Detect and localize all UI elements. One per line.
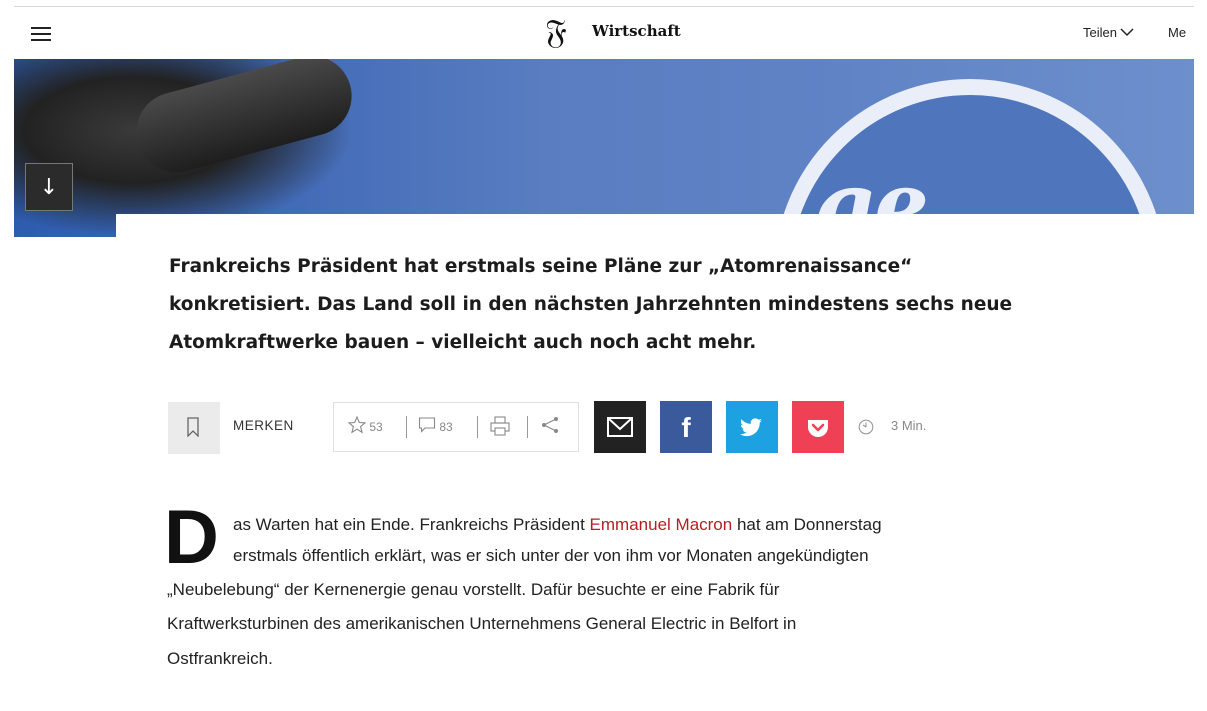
section-title[interactable]: Wirtschaft [592, 22, 681, 40]
clock-icon [858, 419, 874, 435]
faz-logo[interactable]: 𝔉 [541, 13, 571, 53]
print-button[interactable] [489, 415, 511, 439]
pocket-share-button[interactable] [792, 401, 844, 453]
share-icon [542, 417, 558, 433]
facebook-share-button[interactable]: f [660, 401, 712, 453]
macron-link[interactable]: Emmanuel Macron [590, 515, 733, 534]
print-icon [490, 416, 510, 436]
body-line: Kraftwerksturbinen des amerikanischen Un… [167, 614, 797, 633]
twitter-share-button[interactable] [726, 401, 778, 453]
share-menu-button[interactable]: Teilen [1083, 25, 1134, 40]
body-line: Ostfrankreich. [167, 649, 273, 668]
hamburger-icon[interactable] [31, 25, 51, 41]
twitter-icon [740, 418, 762, 437]
chevron-down-icon [1120, 26, 1134, 40]
arrow-down-icon: ↓ [39, 175, 59, 200]
bookmark-button[interactable] [168, 402, 220, 454]
email-share-button[interactable] [594, 401, 646, 453]
rating-count: 53 [369, 420, 383, 434]
site-header: 𝔉 Wirtschaft Teilen Me [0, 8, 1207, 60]
hero-image: ge [14, 59, 1194, 237]
header-top-rule [14, 6, 1194, 7]
bookmark-icon [187, 417, 199, 437]
facebook-icon: f [681, 412, 691, 443]
comment-count: 83 [439, 420, 453, 434]
pocket-icon [808, 420, 828, 437]
teaser-line: Atomkraftwerke bauen – vielleicht auch n… [169, 332, 757, 353]
body-line: erstmals öffentlich erklärt, was er sich… [233, 546, 869, 565]
divider [406, 416, 407, 438]
share-menu-label: Teilen [1083, 25, 1117, 40]
body-text: as Warten hat ein Ende. Frankreichs Präs… [233, 515, 590, 534]
hamburger-bar [31, 27, 51, 29]
read-time-label: 3 Min. [891, 418, 927, 433]
body-text: hat am Donnerstag [732, 515, 882, 534]
hero-bottom-cutout [116, 214, 1194, 238]
drop-cap: D [164, 495, 219, 580]
comments-button[interactable]: 83 [418, 415, 453, 439]
divider [527, 416, 528, 438]
body-line: as Warten hat ein Ende. Frankreichs Präs… [233, 515, 882, 535]
hamburger-bar [31, 39, 51, 41]
teaser-line: konkretisiert. Das Land soll in den näch… [169, 294, 1013, 315]
mail-icon [607, 417, 633, 437]
hamburger-bar [31, 33, 51, 35]
teaser-line: Frankreichs Präsident hat erstmals seine… [169, 256, 913, 277]
body-line: „Neubelebung“ der Kernenergie genau vors… [167, 580, 780, 599]
article-actions-bar: 53 83 [333, 402, 579, 452]
more-menu-button[interactable]: Me [1168, 25, 1194, 40]
scroll-down-button[interactable]: ↓ [25, 163, 73, 211]
article-teaser: Frankreichs Präsident hat erstmals seine… [169, 248, 1069, 362]
share-button[interactable] [540, 415, 560, 439]
bookmark-label[interactable]: MERKEN [233, 418, 294, 433]
comment-icon [418, 417, 436, 433]
rating-button[interactable]: 53 [347, 415, 383, 439]
divider [477, 416, 478, 438]
star-icon [347, 415, 367, 434]
